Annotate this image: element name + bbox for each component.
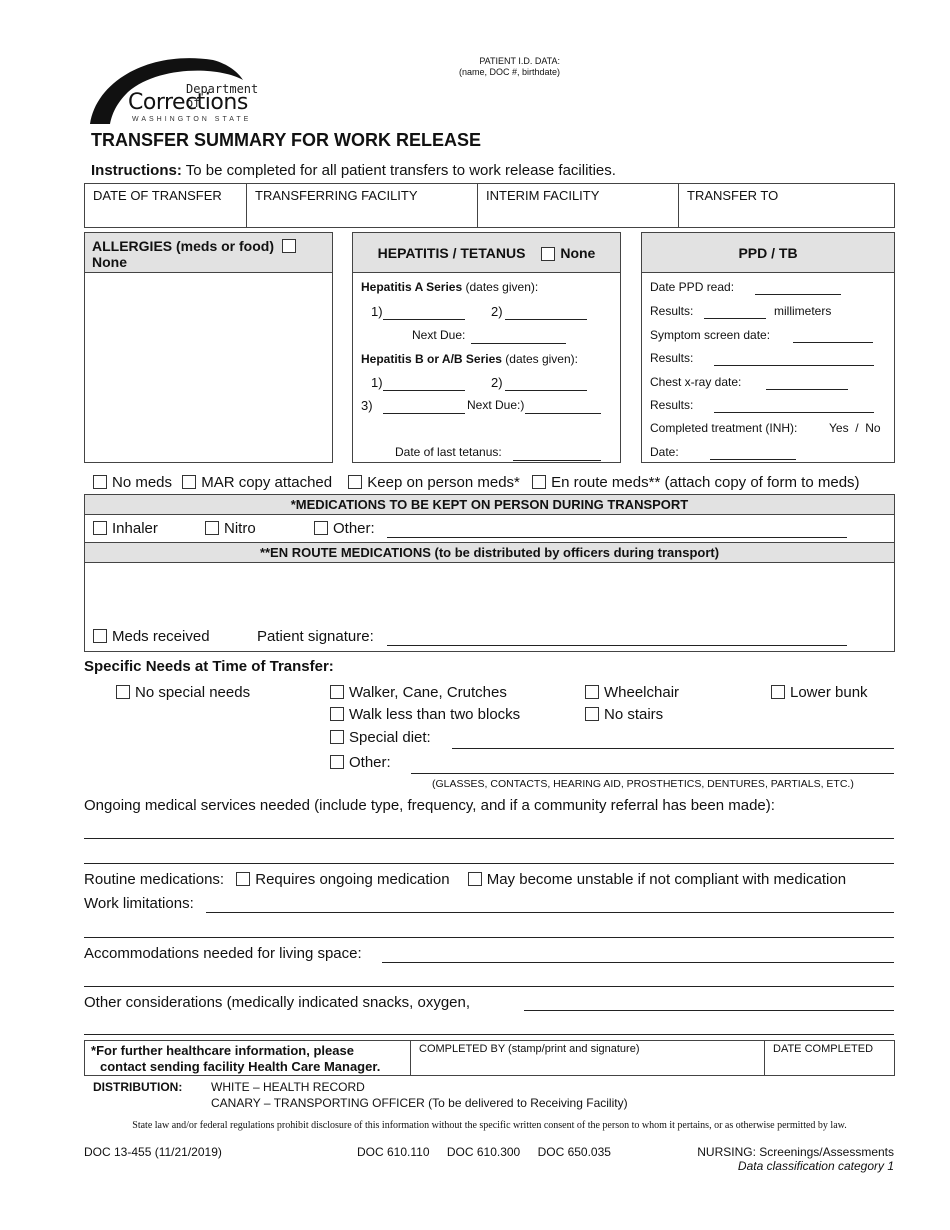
specific-needs-grid: No special needs Walker, Cane, Crutches … — [0, 0, 950, 800]
lower-bunk-option[interactable]: Lower bunk — [771, 684, 868, 701]
wheelchair-checkbox[interactable] — [585, 685, 599, 699]
special-diet-field[interactable] — [452, 748, 894, 749]
walk-less-option[interactable]: Walk less than two blocks — [330, 706, 520, 723]
wheelchair-option[interactable]: Wheelchair — [585, 684, 679, 701]
no-special-needs-option[interactable]: No special needs — [116, 684, 250, 701]
form-category: NURSING: Screenings/Assessments — [697, 1145, 894, 1159]
date-completed-label: DATE COMPLETED — [773, 1043, 874, 1055]
special-diet-label: Special diet: — [349, 729, 431, 746]
may-become-unstable-checkbox[interactable] — [467, 872, 482, 886]
special-diet-option[interactable]: Special diet: — [330, 729, 431, 746]
routine-medications-label: Routine medications: — [84, 871, 225, 888]
healthcare-note: *For further healthcare information, ple… — [85, 1041, 411, 1075]
ongoing-services-field-2[interactable] — [84, 863, 894, 864]
lower-bunk-label: Lower bunk — [790, 684, 868, 701]
other-need-label: Other: — [349, 754, 391, 771]
note-text-2: contact sending facility Health Care Man… — [100, 1059, 381, 1074]
healthcare-note-line1: *For further healthcare information, ple… — [91, 1043, 354, 1058]
lower-bunk-checkbox[interactable] — [771, 685, 785, 699]
requires-ongoing-option[interactable]: Requires ongoing medication — [236, 871, 450, 888]
no-stairs-checkbox[interactable] — [585, 707, 599, 721]
other-need-option[interactable]: Other: — [330, 754, 391, 771]
legal-notice: State law and/or federal regulations pro… — [132, 1120, 847, 1131]
other-need-checkbox[interactable] — [330, 755, 344, 769]
distribution-line1: WHITE – HEALTH RECORD — [211, 1080, 365, 1094]
work-limitations-label: Work limitations: — [84, 895, 194, 912]
walker-label: Walker, Cane, Crutches — [349, 684, 507, 701]
healthcare-note-line2: contact sending facility Health Care Man… — [91, 1059, 404, 1075]
requires-ongoing-label: Requires ongoing medication — [255, 871, 450, 888]
no-special-needs-label: No special needs — [135, 684, 251, 701]
other-considerations-field-2[interactable] — [84, 1034, 894, 1035]
doc-ref: DOC 610.300 — [446, 1145, 521, 1159]
data-classification: Data classification category 1 — [737, 1159, 894, 1173]
accommodations-label: Accommodations needed for living space: — [84, 945, 362, 962]
walk-less-label: Walk less than two blocks — [349, 706, 521, 723]
ongoing-services-label: Ongoing medical services needed (include… — [84, 797, 775, 814]
accommodations-field[interactable] — [382, 962, 894, 963]
completed-by-label: COMPLETED BY (stamp/print and signature) — [419, 1043, 640, 1055]
no-special-needs-checkbox[interactable] — [116, 685, 130, 699]
doc-ref: DOC 610.110 — [357, 1145, 430, 1159]
note-text-1: For further healthcare information, plea… — [96, 1043, 354, 1058]
other-need-field[interactable] — [411, 773, 894, 774]
completion-box: *For further healthcare information, ple… — [84, 1040, 895, 1076]
routine-medications-row: Routine medications: Requires ongoing me… — [84, 871, 846, 888]
walk-less-checkbox[interactable] — [330, 707, 344, 721]
form-id: DOC 13-455 (11/21/2019) — [84, 1145, 222, 1159]
wheelchair-label: Wheelchair — [604, 684, 680, 701]
work-limitations-field-2[interactable] — [84, 937, 894, 938]
may-become-unstable-label: May become unstable if not compliant wit… — [486, 871, 847, 888]
walker-option[interactable]: Walker, Cane, Crutches — [330, 684, 507, 701]
distribution-label: DISTRIBUTION: — [93, 1080, 183, 1094]
special-diet-checkbox[interactable] — [330, 730, 344, 744]
walker-checkbox[interactable] — [330, 685, 344, 699]
accommodations-field-2[interactable] — [84, 986, 894, 987]
no-stairs-option[interactable]: No stairs — [585, 706, 663, 723]
other-considerations-field[interactable] — [524, 1010, 894, 1011]
date-completed-field[interactable]: DATE COMPLETED — [765, 1041, 894, 1075]
doc-ref: DOC 650.035 — [537, 1145, 611, 1159]
completed-by-field[interactable]: COMPLETED BY (stamp/print and signature) — [411, 1041, 765, 1075]
other-need-note: (GLASSES, CONTACTS, HEARING AID, PROSTHE… — [432, 778, 854, 790]
work-limitations-field[interactable] — [206, 912, 894, 913]
ongoing-services-field-1[interactable] — [84, 838, 894, 839]
doc-refs: DOC 610.110 DOC 610.300 DOC 650.035 — [357, 1145, 611, 1159]
other-considerations-label: Other considerations (medically indicate… — [84, 994, 471, 1011]
requires-ongoing-checkbox[interactable] — [236, 872, 251, 886]
no-stairs-label: No stairs — [604, 706, 664, 723]
distribution-line2: CANARY – TRANSPORTING OFFICER (To be del… — [211, 1096, 628, 1110]
may-become-unstable-option[interactable]: May become unstable if not compliant wit… — [467, 871, 847, 888]
